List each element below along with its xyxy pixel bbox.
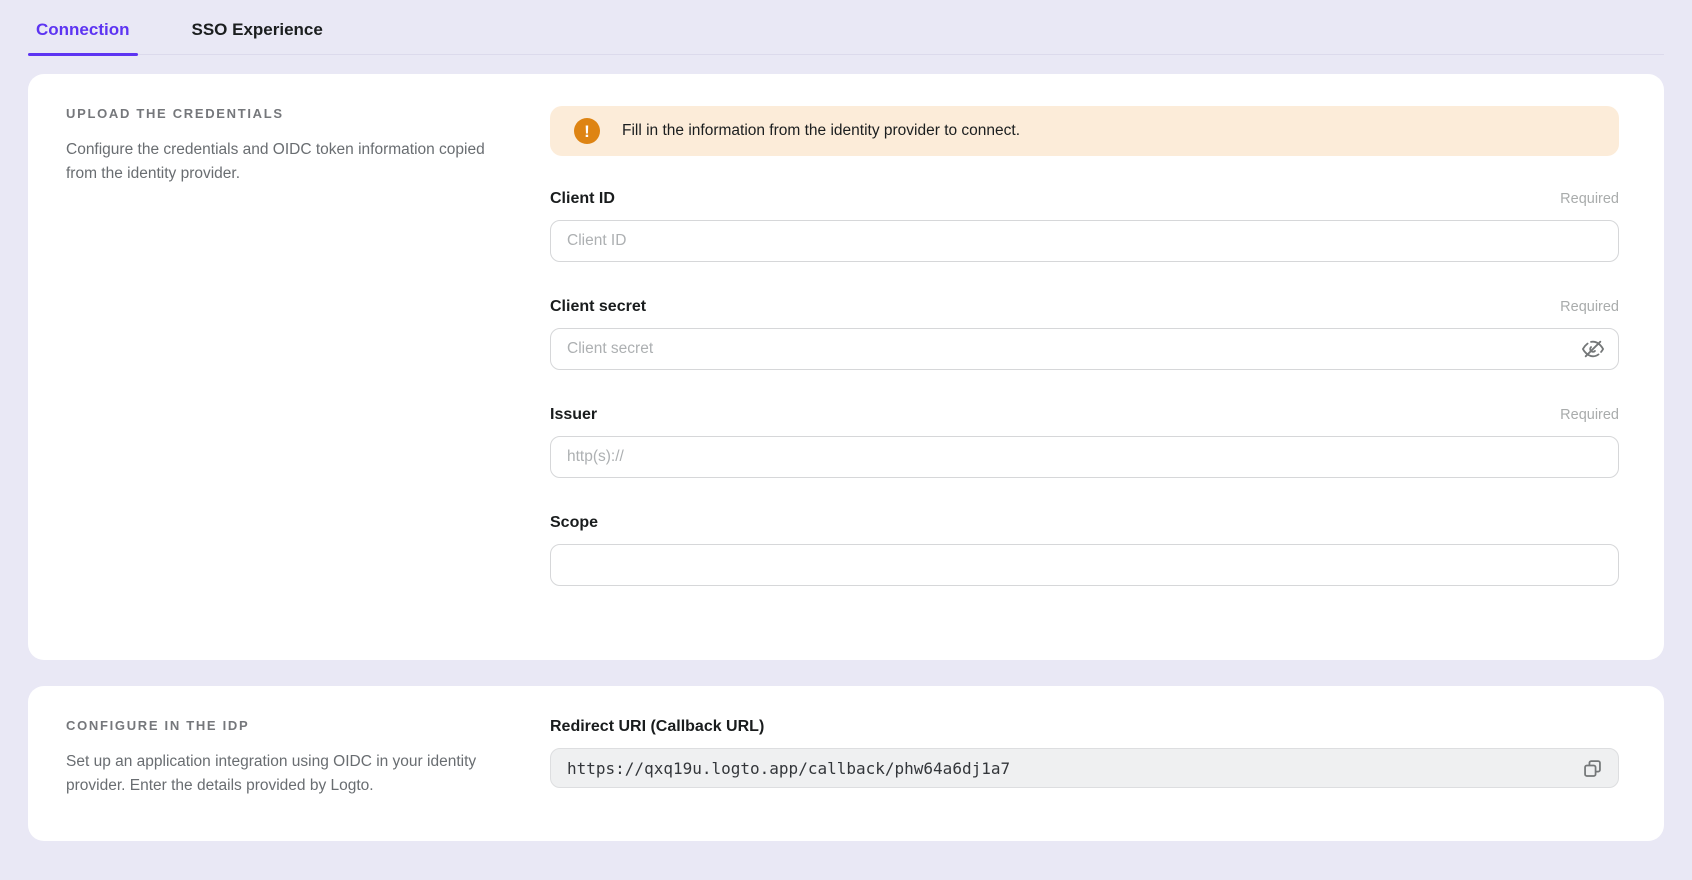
field-issuer-head: Issuer Required (550, 406, 1619, 424)
issuer-input-shell (550, 436, 1619, 478)
redirect-uri-label: Redirect URI (Callback URL) (550, 718, 764, 736)
credentials-form-column: Fill in the information from the identit… (550, 106, 1619, 586)
issuer-label: Issuer (550, 406, 597, 424)
client-secret-required-badge: Required (1560, 299, 1619, 315)
credentials-section-title: UPLOAD THE CREDENTIALS (66, 106, 500, 121)
redirect-uri-box: https://qxq19u.logto.app/callback/phw64a… (550, 748, 1619, 788)
field-client-id-head: Client ID Required (550, 190, 1619, 208)
tab-bar: Connection SSO Experience (28, 0, 1664, 55)
client-id-label: Client ID (550, 190, 615, 208)
field-scope: Scope (550, 514, 1619, 586)
client-secret-input[interactable] (550, 328, 1619, 370)
scope-input[interactable] (550, 544, 1619, 586)
issuer-required-badge: Required (1560, 407, 1619, 423)
field-scope-head: Scope (550, 514, 1619, 532)
eye-off-icon (1582, 338, 1604, 360)
tab-connection[interactable]: Connection (28, 14, 138, 54)
copy-icon (1582, 758, 1603, 779)
idp-card-description-column: CONFIGURE IN THE IDP Set up an applicati… (66, 718, 500, 799)
client-id-required-badge: Required (1560, 191, 1619, 207)
client-secret-label: Client secret (550, 298, 646, 316)
sso-connector-settings-page: Connection SSO Experience UPLOAD THE CRE… (0, 0, 1692, 880)
idp-section-title: CONFIGURE IN THE IDP (66, 718, 500, 733)
copy-button[interactable] (1578, 754, 1606, 782)
idp-form-column: Redirect URI (Callback URL) https://qxq1… (550, 718, 1619, 799)
issuer-input[interactable] (550, 436, 1619, 478)
redirect-uri-value: https://qxq19u.logto.app/callback/phw64a… (567, 759, 1010, 778)
alert-circle-icon (574, 118, 600, 144)
client-id-input[interactable] (550, 220, 1619, 262)
toggle-secret-visibility-button[interactable] (1579, 335, 1607, 363)
idp-section-description: Set up an application integration using … (66, 750, 492, 799)
field-issuer: Issuer Required (550, 406, 1619, 478)
tab-sso-experience-label: SSO Experience (192, 20, 323, 39)
tab-connection-label: Connection (36, 20, 130, 39)
tab-sso-experience[interactable]: SSO Experience (184, 14, 331, 54)
client-secret-input-shell (550, 328, 1619, 370)
alert-text: Fill in the information from the identit… (622, 122, 1020, 140)
scope-label: Scope (550, 514, 598, 532)
credentials-section-description: Configure the credentials and OIDC token… (66, 138, 492, 187)
field-redirect-uri-head: Redirect URI (Callback URL) (550, 718, 1619, 736)
idp-card: CONFIGURE IN THE IDP Set up an applicati… (28, 686, 1664, 841)
field-redirect-uri: Redirect URI (Callback URL) https://qxq1… (550, 718, 1619, 788)
credentials-card-description-column: UPLOAD THE CREDENTIALS Configure the cre… (66, 106, 500, 586)
field-client-id: Client ID Required (550, 190, 1619, 262)
field-client-secret-head: Client secret Required (550, 298, 1619, 316)
credentials-card: UPLOAD THE CREDENTIALS Configure the cre… (28, 74, 1664, 660)
field-client-secret: Client secret Required (550, 298, 1619, 370)
client-id-input-shell (550, 220, 1619, 262)
alert-banner: Fill in the information from the identit… (550, 106, 1619, 156)
scope-input-shell (550, 544, 1619, 586)
